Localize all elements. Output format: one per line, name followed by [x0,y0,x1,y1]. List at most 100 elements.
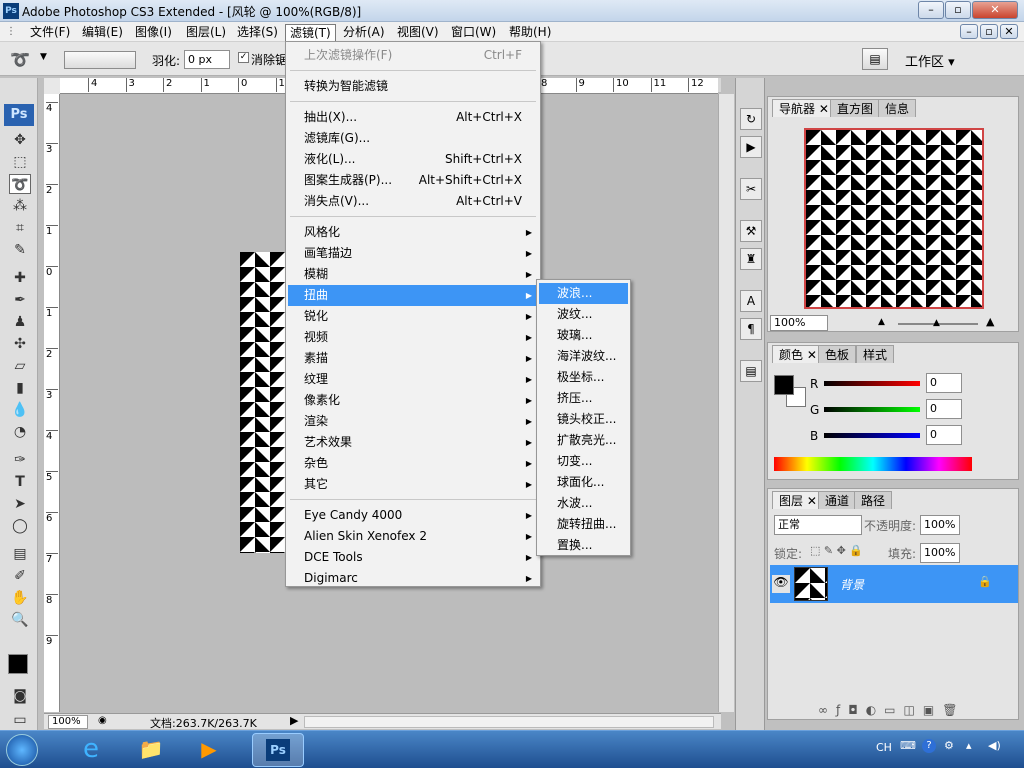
vertical-ruler[interactable]: 4 3 2 1 0 1 2 3 4 5 6 7 8 9 [44,94,60,712]
menu-filter[interactable]: 滤镜(T) [285,24,336,41]
quick-mask-icon[interactable]: ◙ [9,686,31,706]
tab-channels[interactable]: 通道 [818,491,857,509]
tool-presets-icon[interactable]: ✂ [740,178,762,200]
distort-submenu-item[interactable]: 置换... [539,535,628,556]
status-icon[interactable]: ◉ [98,715,107,726]
r-slider[interactable] [824,381,920,386]
tab-histogram[interactable]: 直方图 [830,99,881,117]
blend-mode-select[interactable]: 正常 [774,515,862,535]
explorer-icon[interactable]: 📁 [132,733,170,767]
filter-menu-item[interactable]: 画笔描边 ▶ [288,243,538,264]
eyedropper-tool-icon[interactable]: ✐ [9,566,31,586]
zoom-field[interactable]: 100% [48,715,88,729]
filter-menu-item[interactable]: 风格化 ▶ [288,222,538,243]
navigator-preview[interactable] [804,128,984,309]
zoom-in-icon[interactable]: ▲ [986,315,994,328]
brush-tool-icon[interactable]: ✒ [9,290,31,310]
menu-image[interactable]: 图像(I) [131,24,176,41]
paragraph-panel-icon[interactable]: ¶ [740,318,762,340]
photoshop-taskbar-button[interactable]: Ps [252,733,304,767]
horizontal-scrollbar[interactable] [304,716,714,728]
blur-tool-icon[interactable]: 💧 [9,400,31,420]
distort-submenu-item[interactable]: 海洋波纹... [539,346,628,367]
dodge-tool-icon[interactable]: ◔ [9,422,31,442]
gradient-tool-icon[interactable]: ▮ [9,378,31,398]
filter-menu-item[interactable]: 扭曲 ▶ [288,285,538,306]
filter-menu-item[interactable]: 液化(L)... Shift+Ctrl+X [288,149,538,170]
filter-menu-item[interactable]: 渲染 ▶ [288,411,538,432]
ps-logo-icon[interactable]: Ps [4,104,34,126]
g-slider[interactable] [824,407,920,412]
eye-icon[interactable]: 👁 [772,575,790,593]
character-panel-icon[interactable]: A [740,290,762,312]
tab-info[interactable]: 信息 [878,99,917,117]
distort-submenu-item[interactable]: 镜头校正... [539,409,628,430]
chevron-down-icon[interactable]: ▼ [40,52,47,62]
move-tool-icon[interactable]: ✥ [9,130,31,150]
distort-submenu-item[interactable]: 波浪... [539,283,628,304]
doc-minimize-button[interactable]: – [960,24,978,39]
shape-tool-icon[interactable]: ◯ [9,516,31,536]
distort-submenu-item[interactable]: 切变... [539,451,628,472]
notes-tool-icon[interactable]: ▤ [9,544,31,564]
b-slider[interactable] [824,433,920,438]
clone-source-icon[interactable]: ♜ [740,248,762,270]
fill-input[interactable]: 100% [920,543,960,563]
filter-menu-item[interactable]: DCE Tools ▶ [288,547,538,568]
filter-menu-item[interactable]: 杂色 ▶ [288,453,538,474]
tab-styles[interactable]: 样式 [856,345,895,363]
tab-navigator[interactable]: 导航器 ✕ [772,99,836,117]
bridge-icon[interactable]: ▤ [862,48,888,70]
brushes-panel-icon[interactable]: ⚒ [740,220,762,242]
distort-submenu-item[interactable]: 旋转扭曲... [539,514,628,535]
menu-help[interactable]: 帮助(H) [505,24,555,41]
filter-menu-item[interactable]: 纹理 ▶ [288,369,538,390]
tab-layers[interactable]: 图层 ✕ [772,491,824,509]
opacity-input[interactable]: 100% [920,515,960,535]
zoom-out-icon[interactable]: ▲ [878,317,885,327]
path-select-icon[interactable]: ➤ [9,494,31,514]
menu-analysis[interactable]: 分析(A) [339,24,389,41]
eraser-tool-icon[interactable]: ▱ [9,356,31,376]
b-input[interactable]: 0 [926,425,962,445]
lasso-tool-icon[interactable]: ➰ [9,174,31,194]
start-button[interactable] [6,734,38,766]
distort-submenu-item[interactable]: 球面化... [539,472,628,493]
layer-buttons[interactable]: ∞ƒ◘◐▭◫▣🗑 [818,703,965,717]
distort-submenu-item[interactable]: 波纹... [539,304,628,325]
minimize-button[interactable]: – [918,1,944,19]
layer-comps-icon[interactable]: ▤ [740,360,762,382]
filter-menu-item[interactable]: 锐化 ▶ [288,306,538,327]
distort-submenu-item[interactable]: 挤压... [539,388,628,409]
filter-menu-item[interactable]: Eye Candy 4000 ▶ [288,505,538,526]
tab-swatches[interactable]: 色板 [818,345,857,363]
zoom-tool-icon[interactable]: 🔍 [9,610,31,630]
layer-row-background[interactable]: 👁 背景 🔒 [770,565,1018,603]
workspace-button[interactable]: 工作区 ▾ [905,51,955,70]
g-input[interactable]: 0 [926,399,962,419]
filter-menu-item[interactable]: 像素化 ▶ [288,390,538,411]
filter-menu-item[interactable]: 抽出(X)... Alt+Ctrl+X [288,107,538,128]
filter-menu-item[interactable]: Alien Skin Xenofex 2 ▶ [288,526,538,547]
keyboard-icon[interactable]: ⌨ [900,739,916,752]
foreground-color-swatch[interactable] [8,654,28,674]
slice-tool-icon[interactable]: ✎ [9,240,31,260]
filter-menu-item[interactable]: 转换为智能滤镜 [288,76,538,97]
r-input[interactable]: 0 [926,373,962,393]
filter-menu-item[interactable]: Digimarc ▶ [288,568,538,589]
feather-input[interactable]: 0 px [184,50,230,69]
distort-submenu-item[interactable]: 玻璃... [539,325,628,346]
crop-tool-icon[interactable]: ⌗ [9,218,31,238]
media-player-icon[interactable]: ▶ [190,733,228,767]
marquee-tool-icon[interactable]: ⬚ [9,152,31,172]
lasso-tool-icon[interactable]: ➰ [10,50,30,69]
maximize-button[interactable]: ▫ [945,1,971,19]
distort-submenu-item[interactable]: 极坐标... [539,367,628,388]
distort-submenu-item[interactable]: 水波... [539,493,628,514]
ie-icon[interactable]: e [72,733,110,767]
color-fg-swatch[interactable] [774,375,794,395]
filter-menu-item[interactable]: 消失点(V)... Alt+Ctrl+V [288,191,538,212]
screen-mode-icon[interactable]: ▭ [9,710,31,730]
healing-brush-icon[interactable]: ✚ [9,268,31,288]
actions-panel-icon[interactable]: ▶ [740,136,762,158]
